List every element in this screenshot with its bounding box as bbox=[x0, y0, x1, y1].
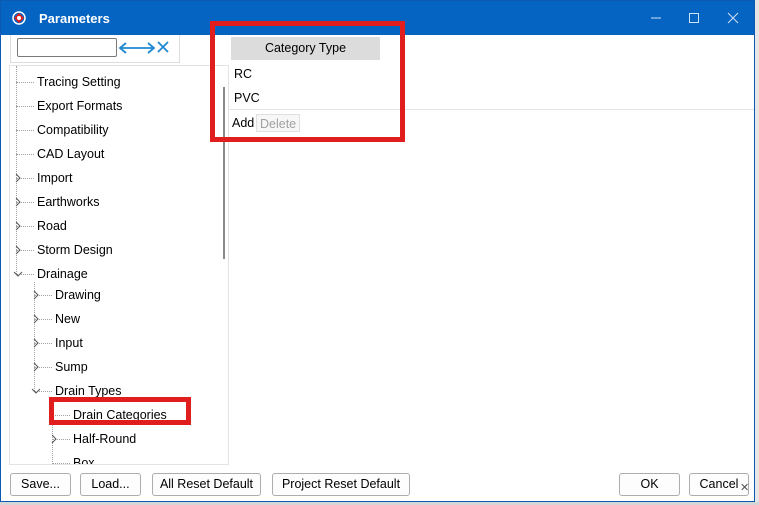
highlight-category-table bbox=[210, 21, 405, 142]
tree-item-label: Compatibility bbox=[37, 123, 109, 137]
tree-item-drawing[interactable]: Drawing bbox=[10, 285, 228, 305]
tree-item-label: Road bbox=[37, 219, 67, 233]
chevron-right-icon[interactable] bbox=[49, 434, 59, 444]
tree-item-label: New bbox=[55, 312, 81, 326]
chevron-right-icon[interactable] bbox=[13, 197, 23, 207]
chevron-down-icon[interactable] bbox=[13, 269, 23, 279]
tree-connector bbox=[52, 463, 70, 464]
highlight-drain-categories bbox=[49, 397, 191, 425]
tree-connector bbox=[16, 154, 34, 155]
tree-item-label: Import bbox=[37, 171, 73, 185]
tree-item-label: Tracing Setting bbox=[37, 75, 121, 89]
tree-item-label: Storm Design bbox=[37, 243, 113, 257]
tree-item-label: CAD Layout bbox=[37, 147, 105, 161]
close-button[interactable] bbox=[718, 6, 748, 30]
tree-item-label: Box bbox=[73, 456, 95, 465]
tree-item-input[interactable]: Input bbox=[10, 333, 228, 353]
tree-item-sump[interactable]: Sump bbox=[10, 357, 228, 377]
tree-connector bbox=[16, 106, 34, 107]
project-reset-default-button[interactable]: Project Reset Default bbox=[272, 473, 410, 496]
app-icon bbox=[12, 11, 26, 25]
tree-item-half-round[interactable]: Half-Round bbox=[10, 429, 228, 449]
resize-grip-icon[interactable]: ✕ bbox=[740, 481, 749, 494]
all-reset-default-button[interactable]: All Reset Default bbox=[152, 473, 261, 496]
tree-item-label: Drawing bbox=[55, 288, 101, 302]
chevron-right-icon[interactable] bbox=[31, 290, 41, 300]
parameters-window: Parameters Tracing Setting Export Formats… bbox=[0, 0, 755, 502]
tree-item-compatibility[interactable]: Compatibility bbox=[10, 120, 228, 140]
tree-item-tracing-setting[interactable]: Tracing Setting bbox=[10, 72, 228, 92]
chevron-right-icon[interactable] bbox=[13, 245, 23, 255]
tree-item-label: Earthworks bbox=[37, 195, 100, 209]
tree-item-export-formats[interactable]: Export Formats bbox=[10, 96, 228, 116]
tree-item-road[interactable]: Road bbox=[10, 216, 228, 236]
chevron-right-icon[interactable] bbox=[13, 173, 23, 183]
chevron-right-icon[interactable] bbox=[13, 221, 23, 231]
tree-item-cad-layout[interactable]: CAD Layout bbox=[10, 144, 228, 164]
tree-item-storm-design[interactable]: Storm Design bbox=[10, 240, 228, 260]
tree-connector bbox=[16, 82, 34, 83]
tree-item-earthworks[interactable]: Earthworks bbox=[10, 192, 228, 212]
close-icon bbox=[727, 12, 739, 24]
maximize-button[interactable] bbox=[679, 6, 709, 30]
load-button[interactable]: Load... bbox=[80, 473, 141, 496]
minimize-icon bbox=[651, 17, 661, 19]
chevron-right-icon[interactable] bbox=[31, 338, 41, 348]
tree-item-label: Export Formats bbox=[37, 99, 123, 113]
chevron-right-icon[interactable] bbox=[31, 314, 41, 324]
tree-item-label: Half-Round bbox=[73, 432, 137, 446]
tree-item-label: Sump bbox=[55, 360, 88, 374]
minimize-button[interactable] bbox=[641, 6, 671, 30]
tree-item-drainage[interactable]: Drainage bbox=[10, 264, 228, 284]
tree-item-new[interactable]: New bbox=[10, 309, 228, 329]
background-edge bbox=[755, 0, 759, 505]
chevron-down-icon[interactable] bbox=[31, 386, 41, 396]
window-title: Parameters bbox=[39, 11, 110, 26]
tree-item-label: Input bbox=[55, 336, 83, 350]
x-icon[interactable] bbox=[156, 40, 170, 54]
ok-button[interactable]: OK bbox=[619, 473, 680, 496]
maximize-icon bbox=[689, 13, 699, 23]
save-button[interactable]: Save... bbox=[10, 473, 71, 496]
horizontal-double-arrow-icon[interactable] bbox=[118, 39, 156, 57]
tree-connector bbox=[16, 130, 34, 131]
chevron-right-icon[interactable] bbox=[31, 362, 41, 372]
tree-item-label: Drainage bbox=[37, 267, 88, 281]
search-input[interactable] bbox=[17, 38, 117, 57]
tree-item-import[interactable]: Import bbox=[10, 168, 228, 188]
tree-item-box[interactable]: Box bbox=[10, 453, 228, 465]
